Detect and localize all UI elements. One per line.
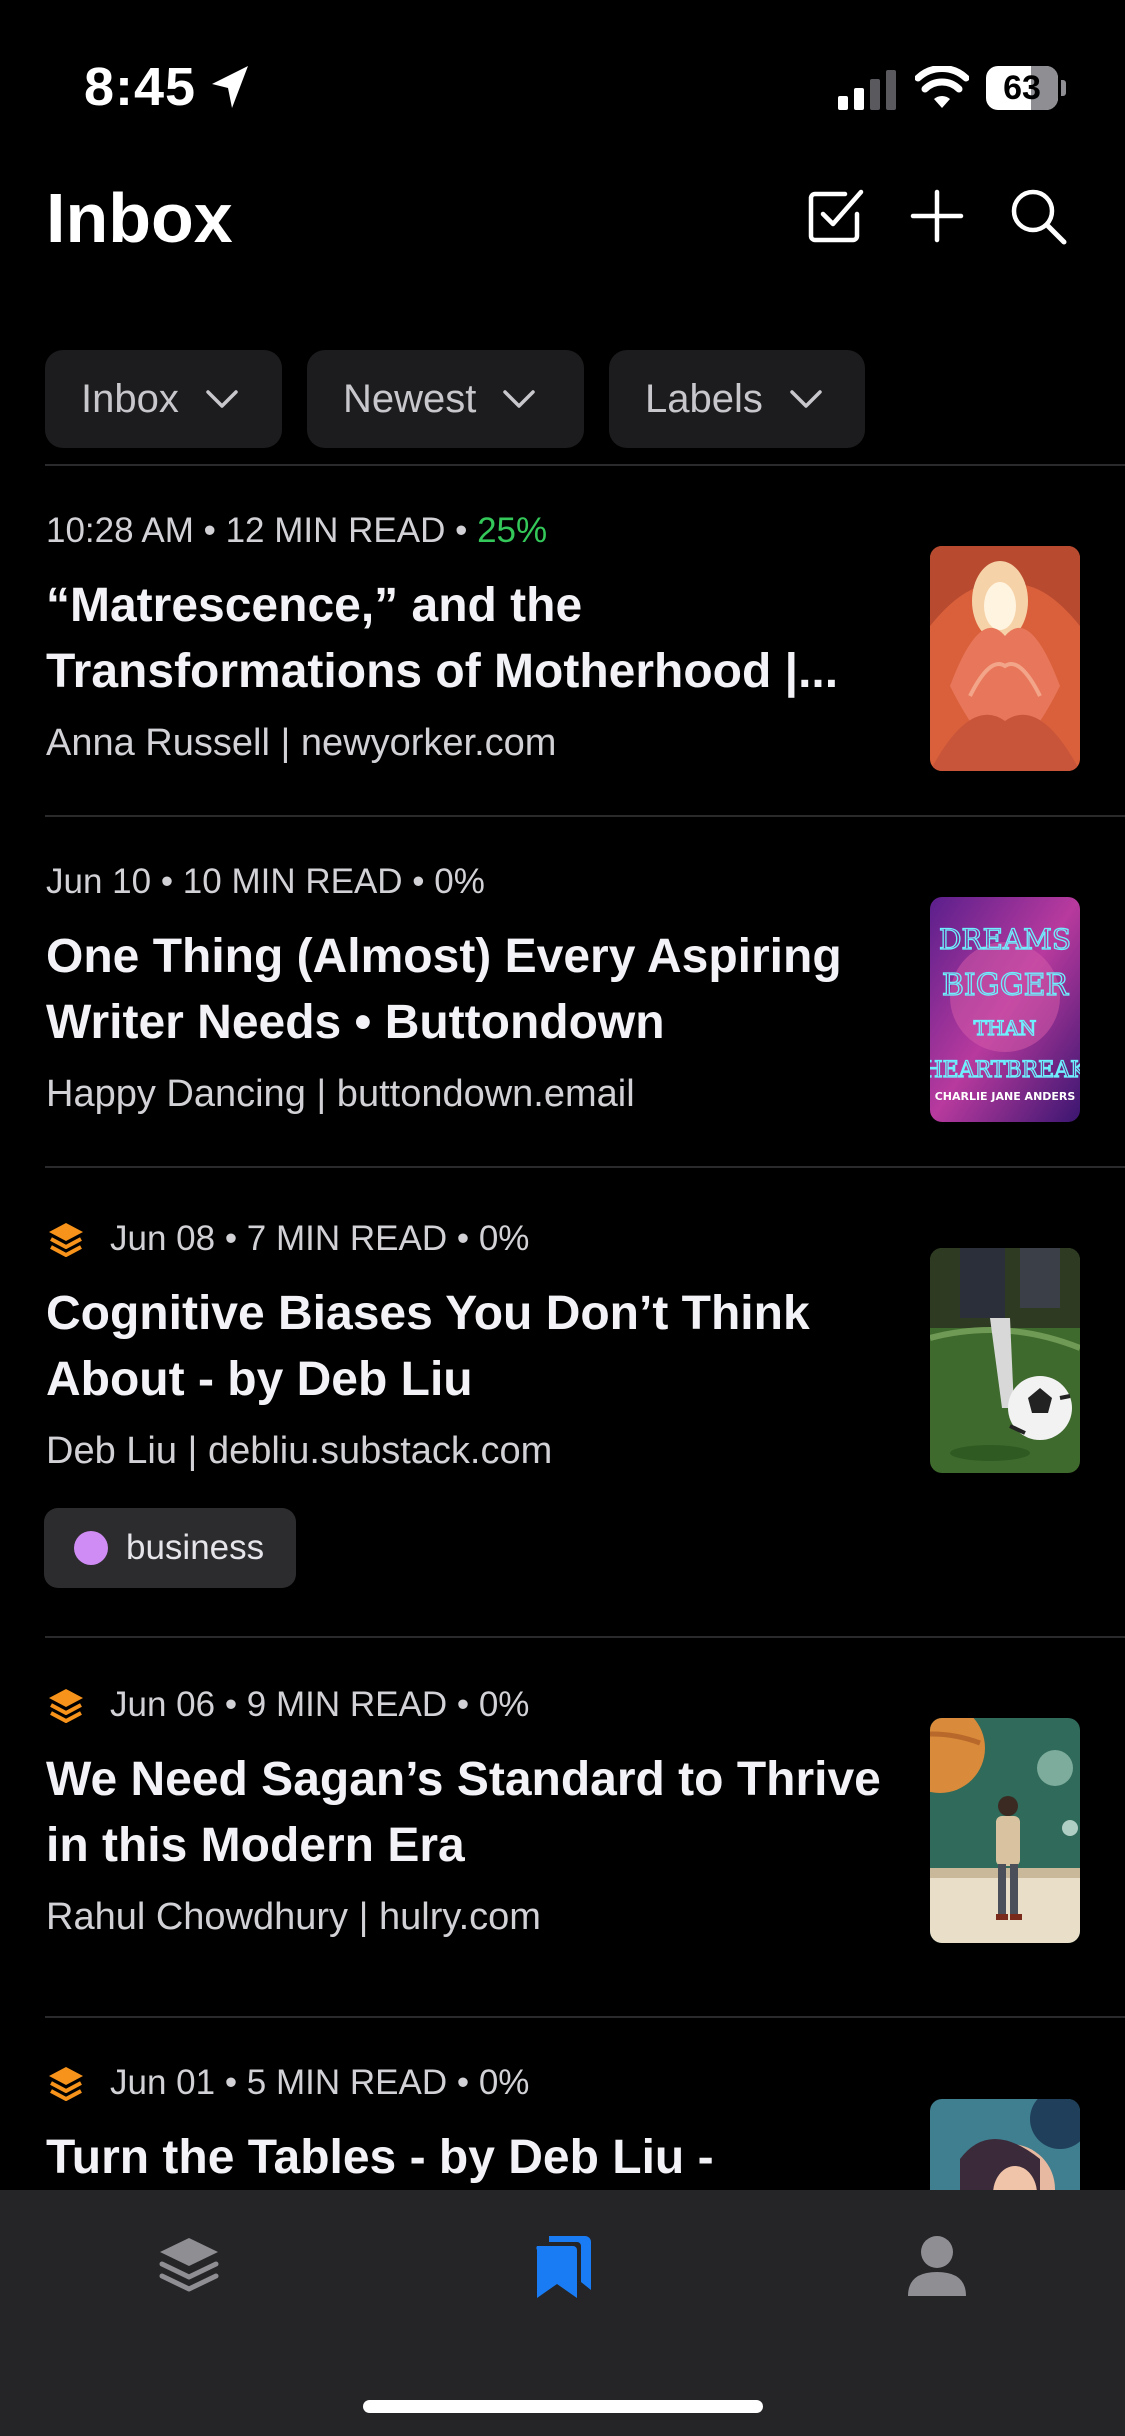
search-icon[interactable] bbox=[1008, 186, 1068, 246]
battery-percentage: 63 bbox=[1003, 69, 1041, 107]
battery-indicator: 63 bbox=[986, 66, 1066, 110]
article-title: Turn the Tables - by Deb Liu - bbox=[46, 2131, 714, 2184]
article-thumbnail bbox=[930, 1248, 1080, 1473]
list-item[interactable]: Jun 08 • 7 MIN READ • 0% Cognitive Biase… bbox=[0, 1167, 1125, 1636]
plus-icon[interactable] bbox=[907, 186, 967, 246]
filter-labels-dropdown[interactable]: Labels bbox=[609, 350, 865, 448]
article-thumbnail bbox=[930, 1718, 1080, 1943]
cellular-signal-icon bbox=[838, 70, 896, 110]
article-byline: Anna Russell | newyorker.com bbox=[46, 722, 557, 764]
list-item[interactable]: Jun 01 • 5 MIN READ • 0% Turn the Tables… bbox=[0, 2017, 1125, 2190]
home-indicator bbox=[363, 2400, 763, 2413]
chevron-down-icon bbox=[503, 390, 536, 408]
filter-inbox-dropdown[interactable]: Inbox bbox=[45, 350, 282, 448]
list-item[interactable]: Jun 10 • 10 MIN READ • 0% One Thing (Alm… bbox=[0, 816, 1125, 1166]
filter-label: Labels bbox=[645, 376, 763, 421]
filter-label: Inbox bbox=[81, 376, 179, 421]
article-title: “Matrescence,” and the Transformations o… bbox=[46, 579, 839, 698]
bookmarks-icon[interactable] bbox=[527, 2230, 597, 2300]
location-arrow-icon bbox=[212, 66, 248, 108]
label-chip[interactable]: business bbox=[44, 1508, 297, 1588]
checkbox-icon[interactable] bbox=[805, 186, 865, 246]
article-thumbnail bbox=[930, 2099, 1080, 2190]
reading-progress: 0% bbox=[478, 1219, 530, 1258]
thumbnail-text: BIGGER bbox=[942, 968, 1070, 1003]
wifi-icon bbox=[915, 66, 969, 108]
article-byline: Rahul Chowdhury | hulry.com bbox=[46, 1896, 541, 1938]
article-byline: Happy Dancing | buttondown.email bbox=[46, 1073, 635, 1115]
list-item[interactable]: 10:28 AM • 12 MIN READ • 25% “Matrescenc… bbox=[0, 465, 1125, 815]
article-thumbnail: DREAMS BIGGER THAN HEARTBREAK CHARLIE JA… bbox=[930, 897, 1080, 1122]
article-title: Cognitive Biases You Don’t Think About -… bbox=[46, 1287, 810, 1406]
library-stack-icon[interactable] bbox=[154, 2230, 224, 2300]
label-name: business bbox=[126, 1528, 265, 1567]
profile-icon[interactable] bbox=[902, 2230, 972, 2300]
thumbnail-text: HEARTBREAK bbox=[930, 1058, 1080, 1083]
substack-stack-icon bbox=[49, 1223, 83, 1257]
filter-label: Newest bbox=[343, 376, 477, 421]
reading-progress: 0% bbox=[434, 862, 485, 901]
substack-stack-icon bbox=[49, 2067, 83, 2101]
substack-stack-icon bbox=[49, 1689, 83, 1723]
page-title: Inbox bbox=[46, 179, 233, 257]
status-bar: 8:45 63 bbox=[0, 0, 1125, 170]
list-item[interactable]: Jun 06 • 9 MIN READ • 0% We Need Sagan’s… bbox=[0, 1637, 1125, 2016]
chevron-down-icon bbox=[206, 390, 238, 408]
reading-progress: 0% bbox=[478, 2063, 530, 2102]
article-title: We Need Sagan’s Standard to Thrive in th… bbox=[46, 1753, 881, 1872]
article-byline: Deb Liu | debliu.substack.com bbox=[46, 1430, 553, 1472]
article-meta: Jun 10 • 10 MIN READ • 0% bbox=[46, 862, 485, 901]
filter-bar: Inbox Newest Labels bbox=[45, 350, 865, 448]
article-thumbnail bbox=[930, 546, 1080, 771]
filter-sort-dropdown[interactable]: Newest bbox=[307, 350, 584, 448]
thumbnail-text: DREAMS bbox=[939, 923, 1071, 956]
article-meta: Jun 06 • 9 MIN READ • 0% bbox=[46, 1685, 529, 1725]
thumbnail-text: CHARLIE JANE ANDERS bbox=[935, 1090, 1076, 1103]
thumbnail-text: THAN bbox=[974, 1016, 1037, 1040]
reading-progress: 25% bbox=[477, 511, 548, 550]
article-title: One Thing (Almost) Every Aspiring Writer… bbox=[46, 930, 842, 1049]
label-color-dot bbox=[74, 1531, 108, 1565]
status-time: 8:45 bbox=[84, 57, 197, 117]
article-meta: 10:28 AM • 12 MIN READ • 25% bbox=[46, 511, 548, 550]
reading-progress: 0% bbox=[478, 1685, 530, 1724]
chevron-down-icon bbox=[790, 390, 822, 408]
article-meta: Jun 08 • 7 MIN READ • 0% bbox=[46, 1219, 529, 1259]
article-meta: Jun 01 • 5 MIN READ • 0% bbox=[46, 2063, 529, 2103]
